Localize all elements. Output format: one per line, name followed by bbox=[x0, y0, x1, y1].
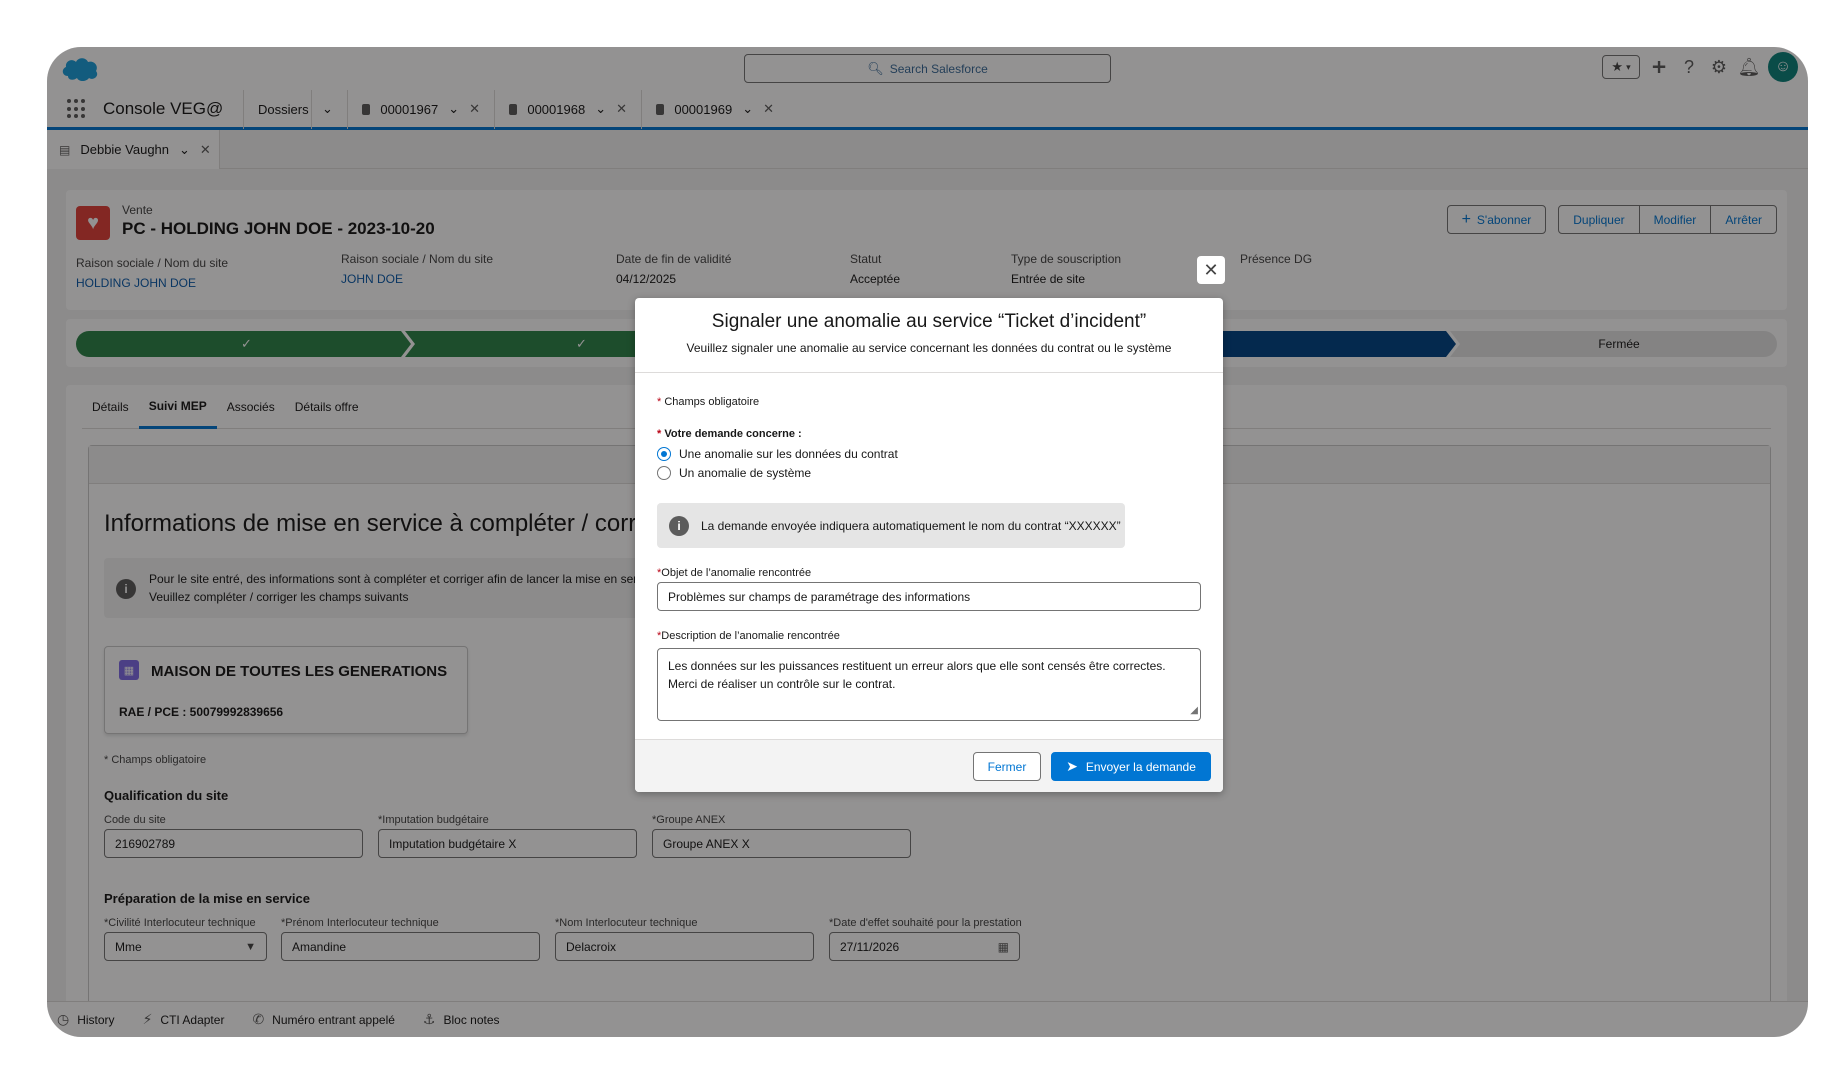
required-text: Champs obligatoire bbox=[664, 396, 760, 408]
close-button[interactable]: Fermer bbox=[973, 752, 1041, 781]
radio-option-system[interactable]: Un anomalie de système bbox=[657, 466, 811, 480]
radio-option-contract[interactable]: Une anomalie sur les données du contrat bbox=[657, 447, 898, 461]
radio-button[interactable] bbox=[657, 466, 671, 480]
object-input-value: Problèmes sur champs de paramétrage des … bbox=[668, 589, 971, 604]
send-icon: ➤ bbox=[1066, 758, 1078, 774]
radio-label: Un anomalie de système bbox=[679, 466, 812, 480]
app-window: 🔍︎ Search Salesforce ★ ▾ ➕︎ ? ⚙︎ 🔔︎ ☺︎ Co… bbox=[47, 47, 1808, 1037]
modal-footer: Fermer ➤ Envoyer la demande bbox=[635, 739, 1223, 792]
description-textarea[interactable]: Les données sur les puissances restituen… bbox=[657, 648, 1201, 721]
modal-required-note: * Champs obligatoire bbox=[657, 396, 760, 408]
info-icon: i bbox=[669, 515, 689, 536]
send-label: Envoyer la demande bbox=[1085, 759, 1196, 774]
resize-handle-icon[interactable]: ◢ bbox=[1190, 702, 1198, 720]
incident-modal: Signaler une anomalie au service “Ticket… bbox=[635, 298, 1223, 792]
modal-close-button[interactable]: ✕ bbox=[1197, 256, 1225, 284]
radio-button-selected[interactable] bbox=[657, 447, 671, 461]
close-icon: ✕ bbox=[1203, 259, 1219, 280]
description-line-1: Les données sur les puissances restituen… bbox=[668, 659, 1166, 673]
notice-text: La demande envoyée indiquera automatique… bbox=[701, 518, 1121, 533]
send-request-button[interactable]: ➤ Envoyer la demande bbox=[1051, 752, 1211, 781]
object-input[interactable]: Problèmes sur champs de paramétrage des … bbox=[657, 582, 1201, 611]
object-label: *Objet de l’anomalie rencontrée bbox=[657, 567, 812, 579]
modal-title: Signaler une anomalie au service “Ticket… bbox=[711, 311, 1147, 332]
auto-notice: i La demande envoyée indiquera automatiq… bbox=[657, 503, 1125, 548]
object-label-text: Objet de l’anomalie rencontrée bbox=[661, 567, 812, 579]
description-label-text: Description de l’anomalie rencontrée bbox=[661, 630, 840, 642]
request-question: * Votre demande concerne : bbox=[657, 428, 802, 440]
description-line-2: Merci de réaliser un contrôle sur le con… bbox=[668, 677, 896, 691]
radio-label: Une anomalie sur les données du contrat bbox=[679, 447, 898, 461]
question-text: Votre demande concerne : bbox=[664, 428, 802, 440]
modal-subtitle: Veuillez signaler une anomalie au servic… bbox=[686, 341, 1172, 355]
description-label: *Description de l’anomalie rencontrée bbox=[657, 630, 840, 642]
modal-header: Signaler une anomalie au service “Ticket… bbox=[635, 298, 1223, 373]
